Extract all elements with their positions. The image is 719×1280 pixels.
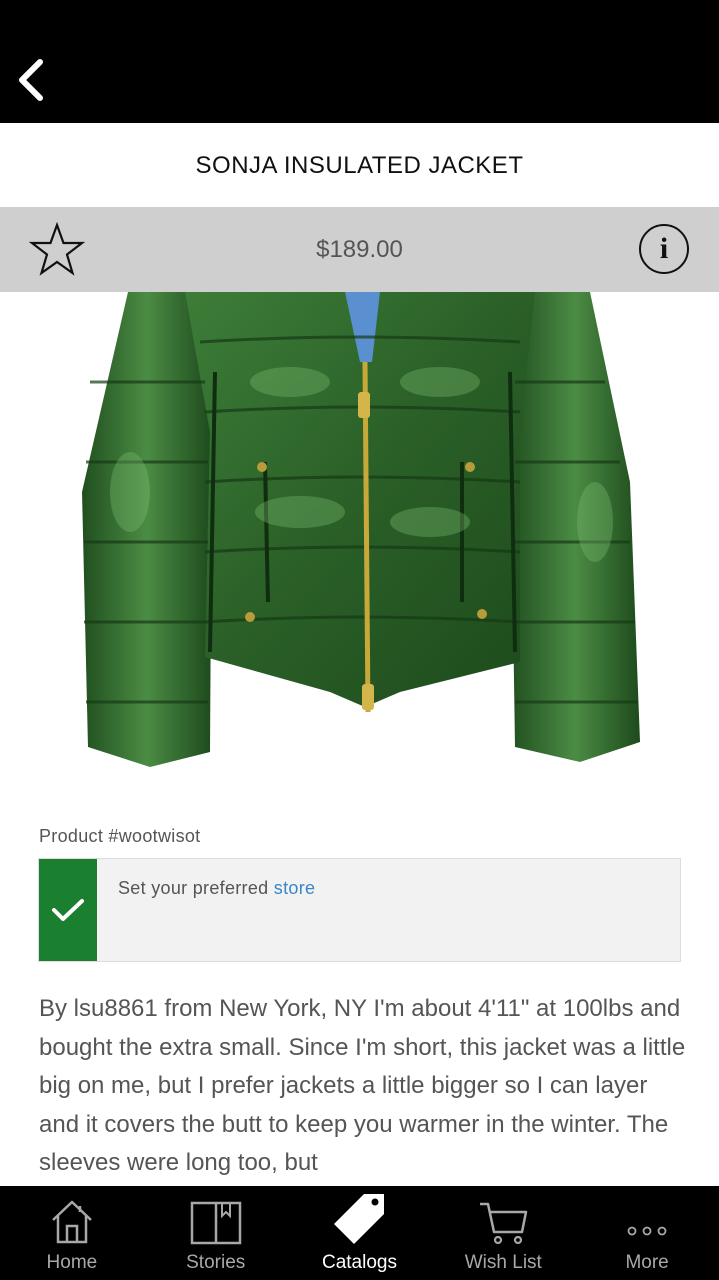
store-prompt-text: Set your preferred xyxy=(118,878,274,898)
review-text: By lsu8861 from New York, NY I'm about 4… xyxy=(39,995,686,1176)
store-link[interactable]: store xyxy=(274,878,316,898)
store-prompt: Set your preferred store xyxy=(118,878,315,899)
book-icon xyxy=(190,1201,241,1245)
chevron-left-icon xyxy=(19,59,43,101)
check-icon xyxy=(52,899,84,921)
jacket-illustration xyxy=(82,292,640,767)
home-icon xyxy=(52,1200,92,1244)
tag-icon xyxy=(334,1194,385,1244)
favorite-button[interactable] xyxy=(28,221,86,278)
tab-wish-list[interactable]: Wish List xyxy=(431,1186,575,1280)
tab-bar: Home Stories Catalogs Wish List More xyxy=(0,1186,719,1280)
tab-home[interactable]: Home xyxy=(0,1186,144,1280)
price-bar: $189.00 i xyxy=(0,207,719,292)
cart-icon xyxy=(480,1202,528,1245)
product-price: $189.00 xyxy=(316,235,403,263)
tab-more-label: More xyxy=(625,1252,669,1273)
info-button[interactable]: i xyxy=(639,224,689,274)
preferred-store-box: Set your preferred store xyxy=(38,858,681,962)
tab-catalogs-label: Catalogs xyxy=(321,1252,397,1273)
top-bar xyxy=(0,0,719,123)
tab-more[interactable]: More xyxy=(575,1186,719,1280)
product-title: SONJA INSULATED JACKET xyxy=(195,151,524,179)
tab-stories-label: Stories xyxy=(186,1252,246,1273)
product-image xyxy=(0,292,719,792)
tab-home-label: Home xyxy=(46,1252,98,1273)
title-bar: SONJA INSULATED JACKET xyxy=(0,123,719,208)
tab-catalogs[interactable]: Catalogs xyxy=(288,1186,432,1280)
more-icon xyxy=(627,1226,667,1236)
tab-wish-list-label: Wish List xyxy=(464,1252,542,1273)
star-outline-icon xyxy=(28,221,86,276)
info-icon: i xyxy=(659,232,669,265)
tab-stories[interactable]: Stories xyxy=(144,1186,288,1280)
product-number: Product #wootwisot xyxy=(39,826,201,846)
back-button[interactable] xyxy=(8,52,54,108)
store-check-button[interactable] xyxy=(39,859,97,961)
